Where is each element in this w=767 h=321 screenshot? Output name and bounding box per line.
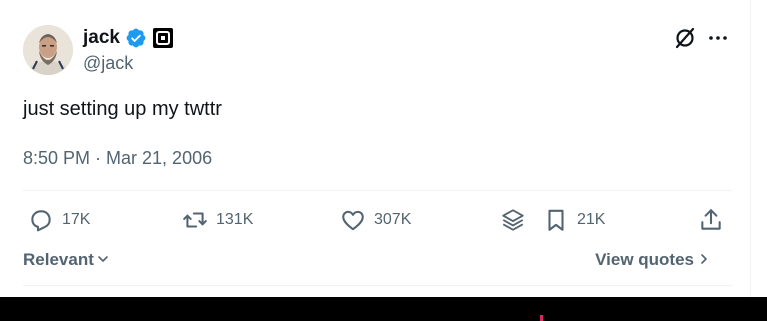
more-options-icon[interactable] (706, 26, 730, 50)
view-quotes-link[interactable]: View quotes (595, 248, 710, 272)
avatar[interactable] (23, 25, 73, 75)
layers-icon (500, 207, 526, 233)
chevron-down-icon (97, 250, 109, 270)
retweet-count: 131K (216, 211, 254, 228)
reply-count: 17K (62, 211, 91, 228)
heart-icon (340, 207, 366, 233)
like-count: 307K (374, 211, 412, 228)
reply-button[interactable]: 17K (28, 205, 90, 235)
bottom-black-bar (0, 297, 767, 321)
avatar-photo (23, 25, 73, 75)
like-button[interactable]: 307K (340, 205, 411, 235)
red-marker (540, 315, 543, 321)
sort-replies-dropdown[interactable]: Relevant (23, 248, 109, 272)
bookmark-icon (543, 207, 569, 233)
author-name[interactable]: jack (83, 26, 120, 50)
bookmark-count: 21K (577, 211, 606, 228)
verified-badge-icon[interactable] (125, 27, 147, 49)
divider (23, 285, 732, 286)
layers-button[interactable] (500, 205, 526, 235)
bookmark-button[interactable]: 21K (543, 205, 605, 235)
tweet-text: just setting up my twttr (23, 98, 222, 120)
square-logo-icon[interactable] (152, 28, 173, 48)
retweet-icon (182, 207, 208, 233)
tweet-timestamp[interactable]: 8:50 PM · Mar 21, 2006 (23, 146, 212, 170)
view-quotes-label: View quotes (595, 250, 694, 269)
sort-label: Relevant (23, 250, 94, 269)
share-button[interactable] (698, 205, 724, 235)
author-handle[interactable]: @jack (83, 52, 133, 74)
share-icon (698, 207, 724, 233)
retweet-button[interactable]: 131K (182, 205, 253, 235)
tweet-detail-panel: jack @jack just setting up my twttr 8:50… (0, 0, 751, 297)
reply-icon (28, 207, 54, 233)
chevron-right-icon (698, 250, 710, 270)
grok-icon[interactable] (673, 26, 697, 50)
author-name-row: jack (83, 26, 173, 50)
divider (23, 190, 732, 191)
